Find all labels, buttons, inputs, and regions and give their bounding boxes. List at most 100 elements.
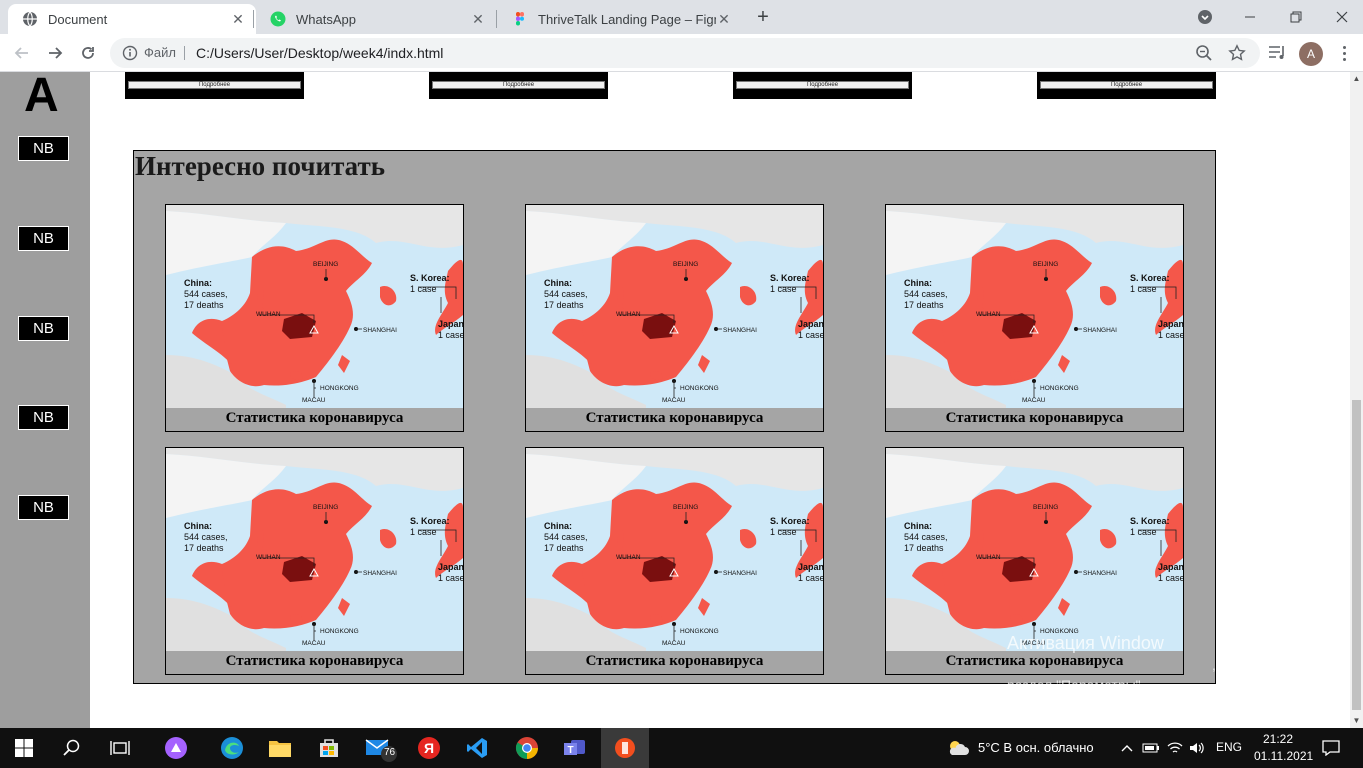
clock-date[interactable]: 01.11.2021: [1254, 749, 1313, 763]
edge-icon[interactable]: [208, 728, 256, 768]
map-label: BEIJING: [673, 504, 698, 511]
map-label: SHANGHAI: [1083, 327, 1117, 334]
mail-icon[interactable]: 76: [357, 728, 405, 768]
nav-button-3[interactable]: NB: [18, 316, 69, 341]
media-control-icon[interactable]: [1268, 44, 1288, 62]
section-title: Интересно почитать: [135, 151, 386, 181]
close-tab-icon[interactable]: ✕: [230, 11, 246, 27]
article-card[interactable]: China: 544 cases, 17 deaths BEIJING WUHAN SHA…: [165, 447, 464, 675]
scroll-thumb[interactable]: [1352, 400, 1361, 710]
tray-chevron-icon[interactable]: [1118, 739, 1136, 757]
file-explorer-icon[interactable]: [256, 728, 304, 768]
article-card[interactable]: China: 544 cases, 17 deaths BEIJING WUHAN SHA…: [525, 204, 824, 432]
map-label: Japan: [438, 562, 463, 572]
map-label: SHANGHAI: [363, 570, 397, 577]
nav-button-4[interactable]: NB: [18, 405, 69, 430]
map-label: China:: [904, 521, 932, 531]
wifi-icon[interactable]: [1166, 739, 1184, 757]
nav-button-2[interactable]: NB: [18, 226, 69, 251]
tab-separator: [496, 10, 497, 28]
scroll-up-arrow-icon[interactable]: ▲: [1350, 72, 1363, 86]
bookmark-star-icon[interactable]: [1228, 44, 1246, 62]
map-label: S. Korea:: [770, 516, 810, 526]
article-card[interactable]: China: 544 cases, 17 deaths BEIJING WUHAN SHA…: [165, 204, 464, 432]
tab-document[interactable]: Document ✕: [8, 4, 256, 34]
volume-icon[interactable]: [1188, 739, 1206, 757]
activation-watermark: Активация Window: [1007, 633, 1164, 653]
more-button[interactable]: Подробнее: [128, 81, 301, 89]
task-view-icon[interactable]: [96, 728, 144, 768]
top-card: Подробнее: [125, 72, 304, 99]
minimize-icon[interactable]: [1227, 0, 1273, 34]
map-label: WUHAN: [256, 311, 281, 318]
map-label: Japan: [1158, 319, 1183, 329]
map-label: 17 deaths: [184, 543, 224, 553]
page-viewport: A NB NB NB NB NB Подробнее Подробнее Под…: [0, 72, 1350, 728]
back-icon[interactable]: [8, 39, 36, 67]
url-text[interactable]: C:/Users/User/Desktop/week4/indx.html: [196, 45, 443, 61]
tab-title: Document: [48, 11, 108, 27]
close-window-icon[interactable]: [1319, 0, 1363, 34]
menu-icon[interactable]: [1336, 42, 1352, 64]
teams-icon[interactable]: T: [551, 728, 599, 768]
nav-button-5[interactable]: NB: [18, 495, 69, 520]
zoom-icon[interactable]: [1195, 44, 1213, 62]
map-label: 1 case: [410, 284, 437, 294]
map-label: 544 cases,: [184, 289, 228, 299]
tab-figma[interactable]: ThriveTalk Landing Page – Figma ✕: [498, 4, 742, 34]
map-label: 1 case: [1130, 527, 1157, 537]
map-label: 1 case: [770, 284, 797, 294]
tab-title: ThriveTalk Landing Page – Figma: [538, 11, 716, 27]
windows-start-icon[interactable]: [0, 728, 48, 768]
map-label: Japan: [438, 319, 463, 329]
input-language[interactable]: ENG: [1216, 740, 1242, 754]
more-button[interactable]: Подробнее: [736, 81, 909, 89]
more-button[interactable]: Подробнее: [432, 81, 605, 89]
info-icon[interactable]: [122, 45, 138, 61]
close-tab-icon[interactable]: ✕: [716, 11, 732, 27]
map-label: Japan: [798, 319, 823, 329]
svg-text:Я: Я: [424, 740, 434, 756]
notifications-icon[interactable]: [1322, 739, 1340, 757]
map-label: S. Korea:: [410, 273, 450, 283]
clock-time[interactable]: 21:22: [1263, 732, 1293, 746]
divider: [184, 46, 185, 60]
store-icon[interactable]: [305, 728, 353, 768]
card-caption: Статистика коронавируса: [526, 408, 823, 428]
map-label: 1 case: [438, 330, 463, 340]
chrome-icon[interactable]: [503, 728, 551, 768]
search-icon[interactable]: [48, 728, 96, 768]
restore-icon[interactable]: [1273, 0, 1319, 34]
forward-icon[interactable]: [41, 39, 69, 67]
figma-app-icon[interactable]: [601, 728, 649, 768]
activation-watermark: раздел "Параметры".: [1007, 677, 1145, 693]
tab-title: WhatsApp: [296, 11, 356, 27]
page-scrollbar[interactable]: ▲ ▼: [1350, 72, 1363, 728]
more-button[interactable]: Подробнее: [1040, 81, 1213, 89]
article-card[interactable]: China: 544 cases, 17 deaths BEIJING WUHAN SHA…: [525, 447, 824, 675]
yandex-browser-icon[interactable]: Я: [405, 728, 453, 768]
map-label: 1 case: [1158, 573, 1183, 583]
nav-button-1[interactable]: NB: [18, 136, 69, 161]
map-label: 1 case: [1130, 284, 1157, 294]
tab-search-icon[interactable]: [1182, 0, 1228, 34]
weather-text[interactable]: 5°C В осн. облачно: [978, 740, 1094, 755]
map-label: 1 case: [798, 330, 823, 340]
alice-assistant-icon[interactable]: [152, 728, 200, 768]
vscode-icon[interactable]: [453, 728, 501, 768]
close-tab-icon[interactable]: ✕: [470, 11, 486, 27]
map-label: SHANGHAI: [723, 327, 757, 334]
svg-text:T: T: [567, 745, 573, 756]
address-bar[interactable]: Файл C:/Users/User/Desktop/week4/indx.ht…: [110, 38, 1260, 68]
scroll-down-arrow-icon[interactable]: ▼: [1350, 714, 1363, 728]
map-label: 17 deaths: [544, 300, 584, 310]
new-tab-icon[interactable]: +: [752, 6, 774, 28]
map-label: HONGKONG: [680, 385, 719, 392]
map-label: China:: [544, 521, 572, 531]
tab-whatsapp[interactable]: WhatsApp ✕: [256, 4, 496, 34]
article-card[interactable]: China: 544 cases, 17 deaths BEIJING WUHAN SHA…: [885, 204, 1184, 432]
profile-avatar[interactable]: A: [1299, 42, 1323, 66]
reload-icon[interactable]: [74, 39, 102, 67]
weather-icon[interactable]: [946, 739, 970, 757]
battery-icon[interactable]: [1142, 739, 1160, 757]
